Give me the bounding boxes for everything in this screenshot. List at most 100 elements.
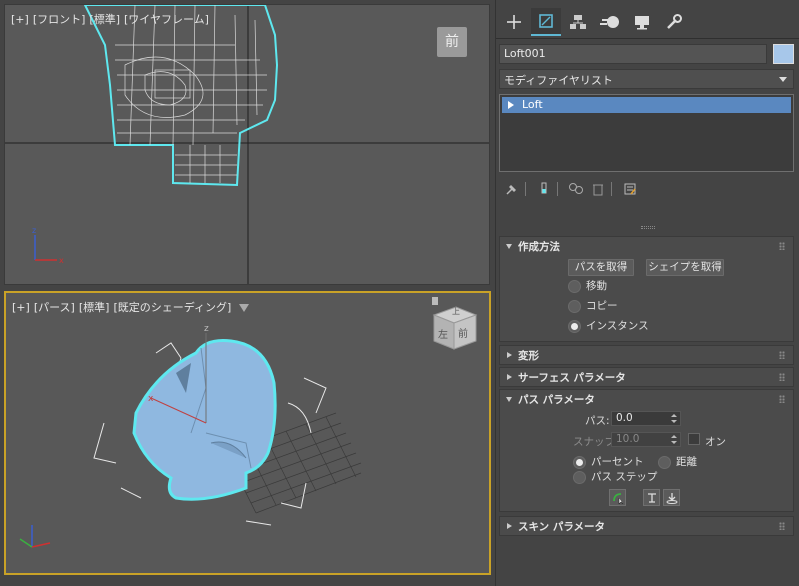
- hierarchy-icon[interactable]: [563, 8, 593, 36]
- viewport-menu-plus[interactable]: [+]: [12, 301, 30, 314]
- expand-arrow-icon[interactable]: [508, 101, 514, 109]
- stack-item-loft[interactable]: Loft: [502, 97, 791, 113]
- rollout-title: パス パラメータ: [518, 394, 595, 406]
- collapse-arrow-icon: [506, 244, 512, 249]
- rollout-header-surface-params[interactable]: サーフェス パラメータ: [500, 368, 793, 388]
- radio-percentage[interactable]: パーセント: [573, 455, 644, 469]
- chevron-down-icon: [779, 77, 787, 82]
- svg-text:x: x: [59, 256, 64, 265]
- modifier-list-dropdown[interactable]: モディファイヤリスト: [499, 69, 794, 89]
- expand-arrow-icon: [507, 374, 512, 380]
- radio-instance[interactable]: インスタンス: [568, 319, 649, 333]
- drag-handle-icon[interactable]: [779, 242, 785, 250]
- viewport-label-front[interactable]: [+] [フロント] [標準] [ワイヤフレーム]: [11, 11, 213, 27]
- modify-icon[interactable]: [531, 8, 561, 36]
- rollout-creation-method: 作成方法 パスを取得 シェイプを取得 移動 コピー インスタンス: [499, 236, 794, 342]
- drag-handle-icon[interactable]: [779, 522, 785, 530]
- snap-spinner[interactable]: 10.0: [611, 432, 681, 447]
- pin-stack-icon[interactable]: [503, 180, 521, 198]
- drag-handle-icon[interactable]: [779, 351, 785, 359]
- rollout-title: 変形: [518, 350, 539, 362]
- viewcube-front-label[interactable]: 前: [458, 325, 468, 340]
- next-shape-icon[interactable]: [663, 489, 680, 506]
- path-value: 0.0: [616, 412, 633, 424]
- tab-divider: [496, 38, 799, 39]
- rollout-path-params: パス パラメータ パス: 0.0 スナップ: 10.0 オン パーセント 距離 …: [499, 389, 794, 512]
- get-path-button[interactable]: パスを取得: [568, 259, 634, 276]
- rollout-header-path-params[interactable]: パス パラメータ: [500, 390, 793, 410]
- modifier-list-label: モディファイヤリスト: [504, 74, 613, 87]
- radio-path-steps[interactable]: パス ステップ: [573, 470, 657, 484]
- rollout-title: サーフェス パラメータ: [518, 372, 626, 384]
- panel-resize-grip[interactable]: [641, 226, 655, 229]
- viewcube-left-label[interactable]: 左: [438, 326, 448, 341]
- svg-text:x: x: [148, 394, 154, 404]
- rollout-header-deformations[interactable]: 変形: [500, 346, 793, 366]
- spinner-arrows-icon[interactable]: [671, 435, 677, 444]
- configure-sets-icon[interactable]: [621, 180, 639, 198]
- toolbar-separator: [611, 182, 612, 196]
- expand-arrow-icon: [507, 352, 512, 358]
- drag-handle-icon[interactable]: [779, 373, 785, 381]
- path-spinner[interactable]: 0.0: [611, 411, 681, 426]
- viewport-front[interactable]: z x [+] [フロント] [標準] [ワイヤフレーム] 前: [4, 4, 490, 285]
- drag-handle-icon[interactable]: [779, 395, 785, 403]
- show-end-result-icon[interactable]: [535, 180, 553, 198]
- get-shape-button[interactable]: シェイプを取得: [646, 259, 724, 276]
- snap-on-label: オン: [705, 436, 726, 448]
- viewport-label-persp[interactable]: [+] [パース] [標準] [既定のシェーディング]: [12, 299, 253, 315]
- utilities-icon[interactable]: [659, 8, 689, 36]
- motion-icon[interactable]: [595, 8, 625, 36]
- command-panel: Loft001 モディファイヤリスト Loft 作成方法 パスを取得 シェイプを…: [495, 0, 799, 586]
- rollout-surface-params: サーフェス パラメータ: [499, 367, 794, 387]
- previous-shape-icon[interactable]: [643, 489, 660, 506]
- viewport-menu-std[interactable]: [標準]: [89, 13, 120, 26]
- viewcube-front[interactable]: 前: [437, 27, 467, 57]
- axis-gizmo-persp: [19, 525, 51, 548]
- rollout-skin-params: スキン パラメータ: [499, 516, 794, 536]
- toolbar-separator: [557, 182, 558, 196]
- viewport-menu-shading[interactable]: [既定のシェーディング]: [113, 301, 231, 314]
- snap-on-checkbox[interactable]: [688, 433, 700, 445]
- radio-distance[interactable]: 距離: [658, 455, 697, 469]
- object-name-field[interactable]: Loft001: [499, 44, 767, 64]
- trash-icon[interactable]: [589, 180, 607, 198]
- viewcube-top-label[interactable]: 上: [452, 306, 460, 317]
- path-label: パス:: [585, 415, 610, 427]
- stack-item-label: Loft: [522, 98, 543, 111]
- front-wireframe-scene: z x: [5, 5, 489, 284]
- app-root: z x [+] [フロント] [標準] [ワイヤフレーム] 前 x z [+] …: [0, 0, 799, 586]
- expand-arrow-icon: [507, 523, 512, 529]
- command-panel-tabs: [496, 6, 799, 40]
- radio-move[interactable]: 移動: [568, 279, 607, 293]
- snap-value: 10.0: [616, 433, 640, 445]
- loft-head-mesh: [132, 339, 277, 501]
- display-icon[interactable]: [627, 8, 657, 36]
- radio-copy[interactable]: コピー: [568, 299, 618, 313]
- rollout-header-creation-method[interactable]: 作成方法: [500, 237, 793, 257]
- object-color-swatch[interactable]: [773, 44, 794, 64]
- rollout-deformations: 変形: [499, 345, 794, 365]
- perspective-scene: x z: [19, 297, 478, 548]
- make-unique-icon[interactable]: [567, 180, 585, 198]
- viewcube-persp-shape: [432, 297, 478, 350]
- viewport-menu-view[interactable]: [パース]: [34, 301, 75, 314]
- filter-icon[interactable]: [239, 304, 250, 312]
- viewport-menu-std[interactable]: [標準]: [79, 301, 110, 314]
- viewport-perspective[interactable]: x z [+] [パース] [標準] [既定のシェーディング] 上 左 前: [4, 291, 491, 575]
- viewport-menu-shading[interactable]: [ワイヤフレーム]: [124, 13, 209, 26]
- modifier-stack[interactable]: Loft: [499, 94, 794, 172]
- viewport-menu-view[interactable]: [フロント]: [33, 13, 86, 26]
- collapse-arrow-icon: [506, 397, 512, 402]
- rollout-header-skin-params[interactable]: スキン パラメータ: [500, 517, 793, 537]
- pick-shape-icon[interactable]: [609, 489, 626, 506]
- rollout-title: スキン パラメータ: [518, 521, 606, 533]
- axis-gizmo-front: z x: [32, 226, 64, 265]
- create-icon[interactable]: [499, 8, 529, 36]
- viewport-menu-plus[interactable]: [+]: [11, 13, 29, 26]
- rollout-title: 作成方法: [518, 241, 560, 253]
- spinner-arrows-icon[interactable]: [671, 414, 677, 423]
- svg-text:z: z: [204, 324, 209, 334]
- svg-text:z: z: [32, 226, 36, 235]
- toolbar-separator: [525, 182, 526, 196]
